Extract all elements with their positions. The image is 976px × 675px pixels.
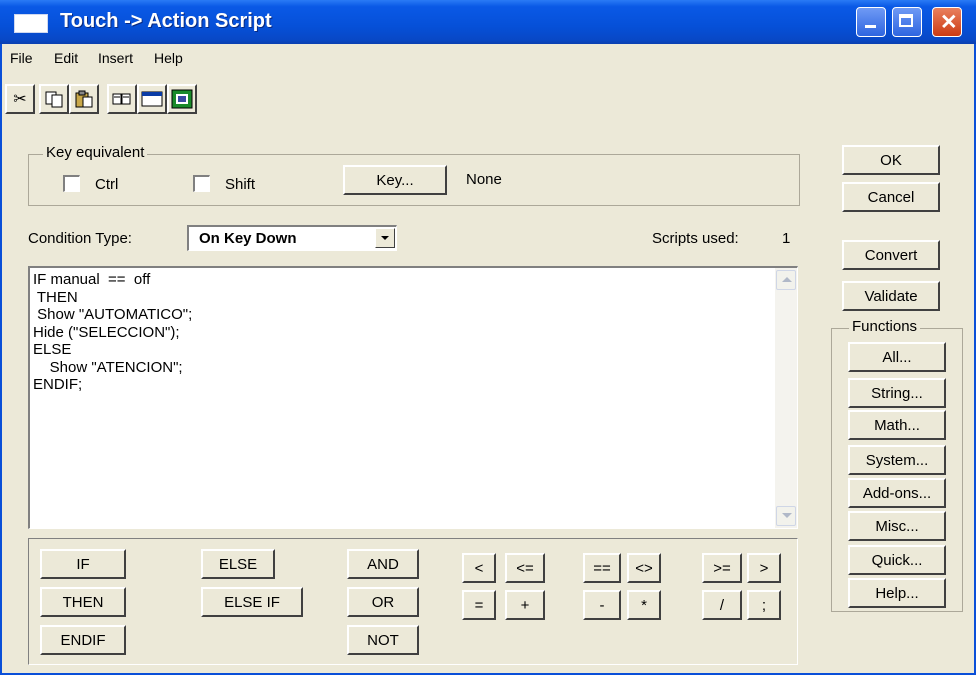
condition-type-label: Condition Type: <box>28 230 132 247</box>
functions-math-button[interactable]: Math... <box>848 410 946 440</box>
title-bar[interactable]: Touch -> Action Script ✕ <box>0 0 976 44</box>
key-button[interactable]: Key... <box>343 165 447 195</box>
else-button[interactable]: ELSE <box>201 549 275 579</box>
find-icon <box>112 93 131 105</box>
not-equal-button[interactable]: <> <box>627 553 661 583</box>
ctrl-label: Ctrl <box>95 176 119 193</box>
window-button[interactable] <box>137 84 167 114</box>
validate-button[interactable]: Validate <box>842 281 940 311</box>
functions-system-button[interactable]: System... <box>848 445 946 475</box>
paste-button[interactable] <box>69 84 99 114</box>
close-button[interactable]: ✕ <box>932 7 962 37</box>
vertical-scrollbar[interactable] <box>775 268 797 528</box>
key-equivalent-label: Key equivalent <box>43 144 148 161</box>
plus-button[interactable]: + <box>505 590 545 620</box>
minus-button[interactable]: - <box>583 590 621 620</box>
endif-button[interactable]: ENDIF <box>40 625 126 655</box>
key-value: None <box>466 171 502 188</box>
scroll-up-icon <box>782 277 792 282</box>
cut-icon: ✂ <box>13 91 27 108</box>
condition-type-select[interactable]: On Key Down <box>187 225 397 251</box>
functions-all-button[interactable]: All... <box>848 342 946 372</box>
or-button[interactable]: OR <box>347 587 419 617</box>
equal-button[interactable]: == <box>583 553 621 583</box>
less-equal-button[interactable]: <= <box>505 553 545 583</box>
greater-equal-button[interactable]: >= <box>702 553 742 583</box>
app-icon <box>14 14 48 33</box>
convert-button[interactable]: Convert <box>842 240 940 270</box>
chevron-down-icon[interactable] <box>375 228 395 248</box>
not-button[interactable]: NOT <box>347 625 419 655</box>
menu-file[interactable]: File <box>10 50 33 66</box>
functions-misc-button[interactable]: Misc... <box>848 511 946 541</box>
shift-checkbox[interactable] <box>193 175 210 192</box>
functions-help-button[interactable]: Help... <box>848 578 946 608</box>
copy-icon <box>45 91 63 108</box>
maximize-icon <box>899 14 913 27</box>
ctrl-checkbox[interactable] <box>63 175 80 192</box>
and-button[interactable]: AND <box>347 549 419 579</box>
window-title: Touch -> Action Script <box>60 10 272 32</box>
divide-button[interactable]: / <box>702 590 742 620</box>
then-button[interactable]: THEN <box>40 587 126 617</box>
ok-button[interactable]: OK <box>842 145 940 175</box>
functions-label: Functions <box>849 318 921 335</box>
multiply-button[interactable]: * <box>627 590 661 620</box>
scroll-down-icon <box>782 513 792 518</box>
else-if-button[interactable]: ELSE IF <box>201 587 303 617</box>
functions-quick-button[interactable]: Quick... <box>848 545 946 575</box>
script-editor[interactable]: IF manual == off THEN Show "AUTOMATICO";… <box>28 266 798 529</box>
assign-button[interactable]: = <box>462 590 496 620</box>
copy-button[interactable] <box>39 84 69 114</box>
script-text[interactable]: IF manual == off THEN Show "AUTOMATICO";… <box>33 271 192 394</box>
window-icon <box>141 91 163 107</box>
semicolon-button[interactable]: ; <box>747 590 781 620</box>
greater-than-button[interactable]: > <box>747 553 781 583</box>
image-button[interactable] <box>167 84 197 114</box>
minimize-button[interactable] <box>856 7 886 37</box>
if-button[interactable]: IF <box>40 549 126 579</box>
paste-icon <box>75 90 93 108</box>
minimize-icon <box>865 25 876 28</box>
functions-string-button[interactable]: String... <box>848 378 946 408</box>
maximize-button[interactable] <box>892 7 922 37</box>
condition-type-value: On Key Down <box>199 230 297 247</box>
scripts-used-label: Scripts used: <box>652 230 739 247</box>
menu-help[interactable]: Help <box>154 50 183 66</box>
cancel-button[interactable]: Cancel <box>842 182 940 212</box>
scripts-used-count: 1 <box>782 230 791 247</box>
scroll-up-button[interactable] <box>776 270 796 290</box>
less-than-button[interactable]: < <box>462 553 496 583</box>
scroll-down-button[interactable] <box>776 506 796 526</box>
menu-insert[interactable]: Insert <box>98 50 133 66</box>
menu-edit[interactable]: Edit <box>54 50 78 66</box>
functions-addons-button[interactable]: Add-ons... <box>848 478 946 508</box>
cut-button[interactable]: ✂ <box>5 84 35 114</box>
close-icon: ✕ <box>940 11 958 34</box>
find-button[interactable] <box>107 84 137 114</box>
image-icon <box>171 89 193 109</box>
shift-label: Shift <box>225 176 256 193</box>
